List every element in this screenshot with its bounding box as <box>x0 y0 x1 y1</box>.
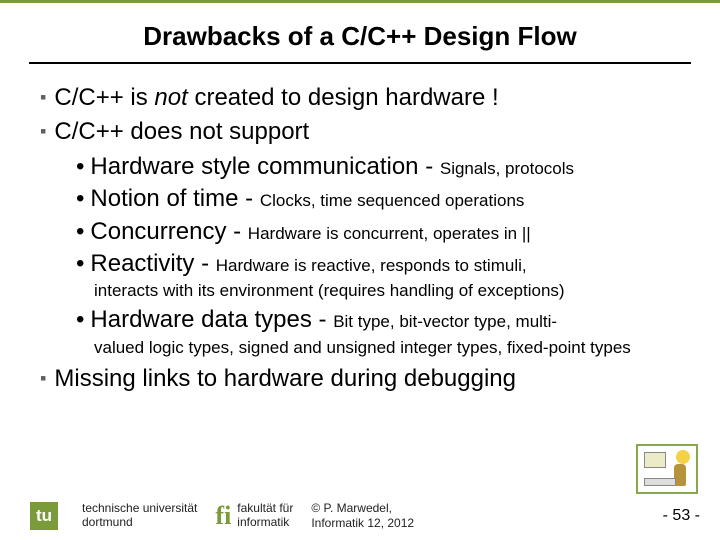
title-underline <box>29 62 691 64</box>
square-bullet-icon: ▪ <box>40 121 46 141</box>
sub-2-detail: Clocks, time sequenced operations <box>260 191 525 210</box>
sub-1-main: Hardware style communication - <box>90 153 439 180</box>
sub-4-main: Reactivity - <box>90 250 215 277</box>
bullet-2: ▪ C/C++ does not support <box>40 116 690 148</box>
bullet-1-text-b: created to design hardware ! <box>188 84 499 111</box>
dot-bullet-icon: • <box>76 306 84 333</box>
sub-3-main: Concurrency - <box>90 218 247 245</box>
sub-5-detail: Bit type, bit-vector type, multi- <box>333 312 557 331</box>
bullet-1-em: not <box>154 84 187 111</box>
tu-logo: tu <box>30 502 58 530</box>
sub-4-detail: Hardware is reactive, responds to stimul… <box>216 256 527 275</box>
sub-1-detail: Signals, protocols <box>440 159 574 178</box>
bullet-2-text: C/C++ does not support <box>54 118 309 145</box>
bullet-3: ▪ Missing links to hardware during debugg… <box>40 363 690 395</box>
sub-4-continuation: interacts with its environment (requires… <box>94 280 690 302</box>
tu-logo-mark: tu <box>30 502 58 530</box>
bullet-1: ▪ C/C++ is not created to design hardware… <box>40 82 690 114</box>
clipart-monitor <box>644 452 666 468</box>
clipart-sun <box>676 450 690 464</box>
fi-logo: fi fakultät für informatik <box>215 502 293 530</box>
copy-line1: © P. Marwedel, <box>311 501 414 515</box>
dot-bullet-icon: • <box>76 250 84 277</box>
dot-bullet-icon: • <box>76 218 84 245</box>
fi-logo-mark: fi <box>215 503 231 529</box>
top-accent-rule <box>0 0 720 3</box>
sub-bullet-2: •Notion of time - Clocks, time sequenced… <box>76 183 690 215</box>
sub-5-continuation: valued logic types, signed and unsigned … <box>94 337 690 359</box>
dot-bullet-icon: • <box>76 185 84 212</box>
tu-line1: technische universität <box>82 502 197 516</box>
sub-bullet-3: •Concurrency - Hardware is concurrent, o… <box>76 216 690 248</box>
slide-footer: tu technische universität dortmund fi fa… <box>0 501 720 530</box>
copyright: © P. Marwedel, Informatik 12, 2012 <box>311 501 414 530</box>
sub-bullet-4: •Reactivity - Hardware is reactive, resp… <box>76 248 690 280</box>
fi-logo-text: fakultät für informatik <box>237 502 293 530</box>
slide-content: ▪ C/C++ is not created to design hardware… <box>0 82 720 395</box>
sub-5-main: Hardware data types - <box>90 306 333 333</box>
fi-line1: fakultät für <box>237 502 293 516</box>
clipart-keyboard <box>644 478 676 486</box>
sub-bullet-5: •Hardware data types - Bit type, bit-vec… <box>76 304 690 336</box>
slide-title: Drawbacks of a C/C++ Design Flow <box>0 21 720 52</box>
dot-bullet-icon: • <box>76 153 84 180</box>
bullet-3-text: Missing links to hardware during debuggi… <box>54 365 516 392</box>
square-bullet-icon: ▪ <box>40 368 46 388</box>
copy-line2: Informatik 12, 2012 <box>311 516 414 530</box>
tu-logo-text: technische universität dortmund <box>82 502 197 530</box>
clipart-computer-icon <box>636 444 698 494</box>
sub-bullet-1: •Hardware style communication - Signals,… <box>76 151 690 183</box>
fi-line2: informatik <box>237 516 293 530</box>
tu-line2: dortmund <box>82 516 197 530</box>
bullet-1-text-a: C/C++ is <box>54 84 154 111</box>
page-number: - 53 - <box>663 507 700 525</box>
square-bullet-icon: ▪ <box>40 87 46 107</box>
sub-2-main: Notion of time - <box>90 185 259 212</box>
sub-3-detail: Hardware is concurrent, operates in || <box>248 224 531 243</box>
